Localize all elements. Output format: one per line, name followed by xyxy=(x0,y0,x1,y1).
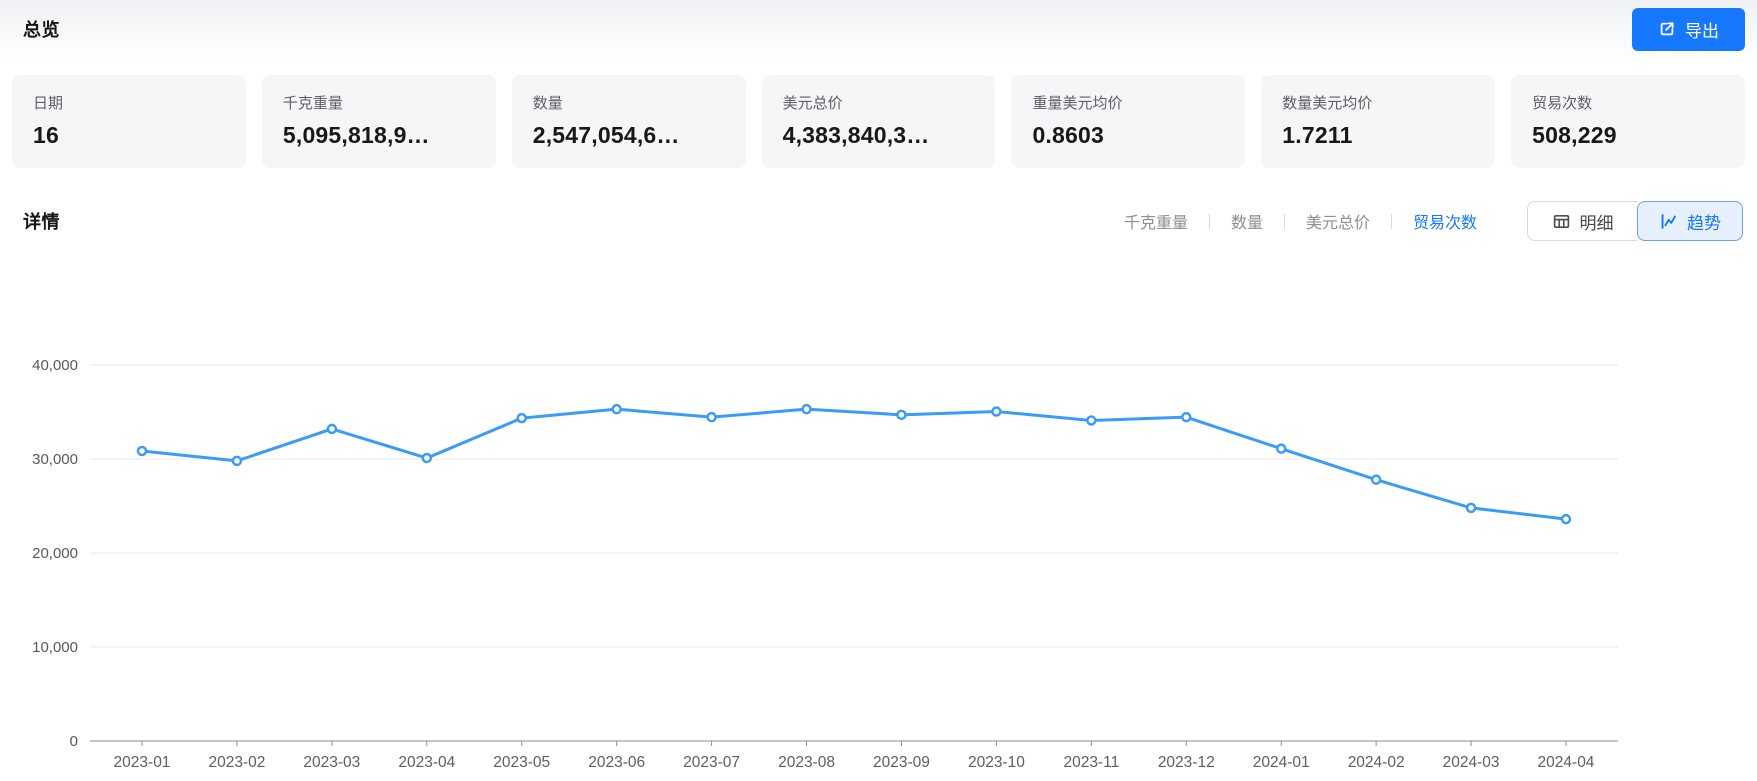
x-axis-label: 2024-02 xyxy=(1348,754,1405,771)
y-axis-label: 40,000 xyxy=(32,357,78,374)
stat-card-usd-avg-by-weight: 重量美元均价 0.8603 xyxy=(1011,75,1245,168)
metric-tab-quantity[interactable]: 数量 xyxy=(1231,209,1263,233)
trend-view-label: 趋势 xyxy=(1687,209,1721,234)
trend-line xyxy=(142,409,1566,519)
export-button[interactable]: 导出 xyxy=(1632,8,1745,51)
stat-card-kg-weight: 千克重量 5,095,818,9… xyxy=(262,75,496,168)
stat-card-date: 日期 16 xyxy=(12,75,246,168)
metric-tab-trade-count[interactable]: 贸易次数 xyxy=(1413,209,1477,233)
detail-view-button[interactable]: 明细 xyxy=(1527,201,1637,241)
x-axis-label: 2023-11 xyxy=(1063,754,1119,771)
stat-label: 数量 xyxy=(533,92,725,113)
x-axis-label: 2023-02 xyxy=(208,754,265,771)
detail-toolbar: 详情 千克重量 数量 美元总价 贸易次数 明细 xyxy=(23,198,1743,244)
detail-view-label: 明细 xyxy=(1580,209,1614,234)
page-header: 总览 导出 xyxy=(23,6,1745,52)
line-chart-icon xyxy=(1659,212,1678,231)
data-point[interactable] xyxy=(1467,504,1475,512)
stat-value: 0.8603 xyxy=(1032,122,1224,149)
stat-label: 日期 xyxy=(33,92,225,113)
stat-card-usd-avg-by-quantity: 数量美元均价 1.7211 xyxy=(1261,75,1495,168)
tab-divider xyxy=(1284,214,1285,229)
stat-label: 千克重量 xyxy=(283,92,475,113)
data-point[interactable] xyxy=(992,408,1000,416)
section-title-detail: 详情 xyxy=(23,208,60,234)
stat-value: 508,229 xyxy=(1532,122,1724,149)
metric-tabs: 千克重量 数量 美元总价 贸易次数 xyxy=(1124,209,1477,233)
stat-value: 16 xyxy=(33,122,225,149)
x-axis-label: 2024-03 xyxy=(1443,754,1500,771)
stat-label: 美元总价 xyxy=(783,92,975,113)
stat-label: 重量美元均价 xyxy=(1032,92,1224,113)
stat-label: 贸易次数 xyxy=(1532,92,1724,113)
stat-card-trade-count: 贸易次数 508,229 xyxy=(1511,75,1745,168)
y-axis-label: 20,000 xyxy=(32,545,78,562)
export-button-label: 导出 xyxy=(1685,17,1719,42)
y-axis-label: 0 xyxy=(70,733,78,750)
data-point[interactable] xyxy=(1372,476,1380,484)
y-axis-label: 10,000 xyxy=(32,639,78,656)
trend-chart[interactable]: 0 10,000 20,000 30,000 40,000 2023-01 2023-02 2… xyxy=(0,300,1757,781)
metric-tab-usd-total[interactable]: 美元总价 xyxy=(1306,209,1370,233)
x-axis-label: 2024-04 xyxy=(1538,754,1595,771)
data-point[interactable] xyxy=(1182,413,1190,421)
stat-value: 4,383,840,3… xyxy=(783,122,975,149)
data-point[interactable] xyxy=(328,425,336,433)
stat-card-quantity: 数量 2,547,054,6… xyxy=(512,75,746,168)
data-point[interactable] xyxy=(708,413,716,421)
x-axis-label: 2023-01 xyxy=(114,754,171,771)
x-axis-label: 2023-10 xyxy=(968,754,1025,771)
stat-value: 2,547,054,6… xyxy=(533,122,725,149)
data-point[interactable] xyxy=(1087,416,1095,424)
data-point[interactable] xyxy=(233,457,241,465)
trend-chart-svg[interactable]: 0 10,000 20,000 30,000 40,000 2023-01 2023-02 2… xyxy=(0,300,1757,781)
x-axis-label: 2023-05 xyxy=(493,754,550,771)
metric-tab-kg-weight[interactable]: 千克重量 xyxy=(1124,209,1188,233)
stat-cards: 日期 16 千克重量 5,095,818,9… 数量 2,547,054,6… … xyxy=(12,75,1745,168)
x-axis-label: 2023-08 xyxy=(778,754,835,771)
tab-divider xyxy=(1391,214,1392,229)
stat-value: 5,095,818,9… xyxy=(283,122,475,149)
data-point[interactable] xyxy=(518,414,526,422)
trend-view-button[interactable]: 趋势 xyxy=(1637,201,1743,241)
stat-label: 数量美元均价 xyxy=(1282,92,1474,113)
data-point[interactable] xyxy=(138,447,146,455)
x-axis-label: 2023-07 xyxy=(683,754,740,771)
x-axis-label: 2023-09 xyxy=(873,754,930,771)
table-icon xyxy=(1552,212,1571,231)
x-axis-label: 2023-12 xyxy=(1158,754,1215,771)
page-title: 总览 xyxy=(23,16,60,42)
export-icon xyxy=(1658,20,1676,38)
x-axis-label: 2023-03 xyxy=(303,754,360,771)
y-axis-label: 30,000 xyxy=(32,451,78,468)
stat-value: 1.7211 xyxy=(1282,122,1474,149)
data-point[interactable] xyxy=(803,405,811,413)
data-point[interactable] xyxy=(613,405,621,413)
data-point[interactable] xyxy=(1277,445,1285,453)
data-point[interactable] xyxy=(1562,515,1570,523)
view-toggle: 明细 趋势 xyxy=(1527,201,1743,241)
x-axis-label: 2023-04 xyxy=(398,754,455,771)
data-point[interactable] xyxy=(423,454,431,462)
tab-divider xyxy=(1209,214,1210,229)
x-axis-label: 2023-06 xyxy=(588,754,645,771)
x-axis-label: 2024-01 xyxy=(1253,754,1310,771)
stat-card-usd-total: 美元总价 4,383,840,3… xyxy=(762,75,996,168)
data-point[interactable] xyxy=(897,411,905,419)
